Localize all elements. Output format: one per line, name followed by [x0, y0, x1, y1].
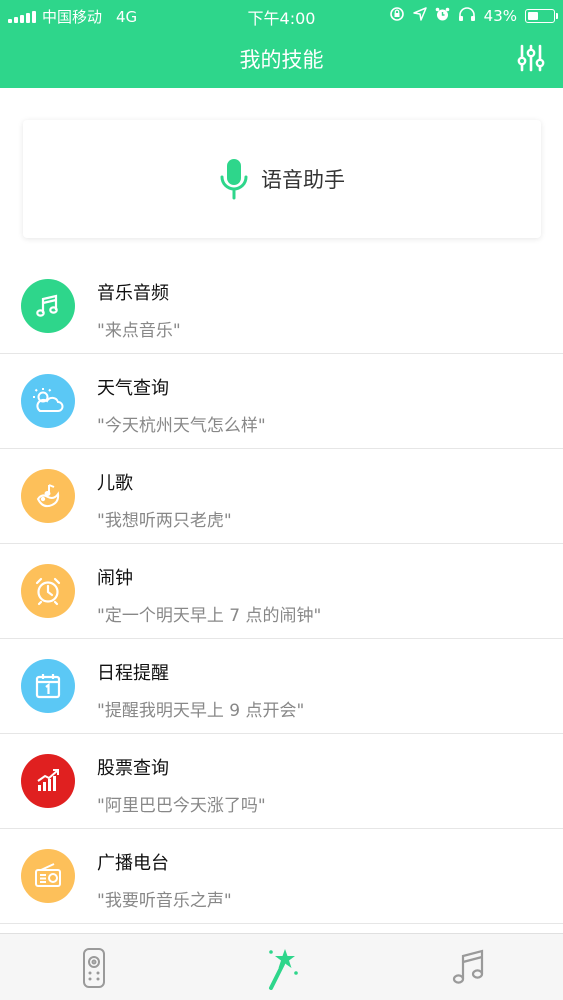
skill-list: 音乐音频 "来点音乐" 天气查询 "今天杭州天气怎么样" 儿歌 "我想听两只老虎…: [0, 259, 563, 924]
tab-bar: [0, 933, 563, 1000]
skill-item-weather[interactable]: 天气查询 "今天杭州天气怎么样": [0, 354, 563, 449]
remote-control-icon: [83, 948, 105, 988]
skill-example: "提醒我明天早上 9 点开会": [97, 701, 305, 721]
radio-icon: [21, 849, 75, 903]
battery-percent: 43%: [483, 7, 517, 25]
tab-remote[interactable]: [70, 944, 118, 992]
rotation-lock-icon: [389, 6, 405, 26]
skill-example: "定一个明天早上 7 点的闹钟": [97, 606, 322, 626]
battery-icon: [525, 9, 558, 23]
tab-skills[interactable]: [257, 944, 305, 992]
skill-item-kids-song[interactable]: 儿歌 "我想听两只老虎": [0, 449, 563, 544]
microphone-icon: [220, 159, 248, 200]
skill-item-music[interactable]: 音乐音频 "来点音乐": [0, 259, 563, 354]
page-title: 我的技能: [239, 48, 324, 72]
music-note-icon: [21, 279, 75, 333]
calendar-icon: [21, 659, 75, 713]
weather-icon: [21, 374, 75, 428]
alarm-status-icon: [435, 7, 450, 26]
skill-example: "来点音乐": [97, 321, 181, 341]
kids-song-icon: [21, 469, 75, 523]
skill-example: "我要听音乐之声": [97, 891, 232, 911]
voice-assistant-content: 语音助手: [23, 120, 541, 238]
status-right: 43%: [389, 6, 558, 26]
voice-assistant-label: 语音助手: [261, 168, 345, 192]
skill-item-alarm[interactable]: 闹钟 "定一个明天早上 7 点的闹钟": [0, 544, 563, 639]
top-bar: 中国移动 4G 下午4:00 43% 我的技能: [0, 0, 563, 88]
tab-music[interactable]: [445, 944, 493, 992]
skill-item-radio[interactable]: 广播电台 "我要听音乐之声": [0, 829, 563, 924]
skill-item-calendar[interactable]: 日程提醒 "提醒我明天早上 9 点开会": [0, 639, 563, 734]
skill-title: 股票查询: [97, 758, 169, 779]
status-bar: 中国移动 4G 下午4:00 43%: [0, 0, 563, 30]
skill-example: "我想听两只老虎": [97, 511, 232, 531]
alarm-clock-icon: [21, 564, 75, 618]
stock-chart-icon: [21, 754, 75, 808]
skill-title: 闹钟: [97, 568, 133, 589]
location-icon: [412, 7, 427, 25]
sliders-icon: [517, 44, 545, 72]
skill-example: "阿里巴巴今天涨了吗": [97, 796, 266, 816]
skill-title: 天气查询: [97, 378, 169, 399]
magic-wand-icon: [269, 949, 298, 990]
music-icon: [452, 949, 484, 984]
skill-example: "今天杭州天气怎么样": [97, 416, 266, 436]
skill-title: 日程提醒: [97, 663, 169, 684]
skill-title: 儿歌: [97, 473, 133, 494]
skill-title: 音乐音频: [97, 283, 169, 304]
skill-item-stock[interactable]: 股票查询 "阿里巴巴今天涨了吗": [0, 734, 563, 829]
headphones-icon: [458, 6, 476, 26]
settings-button[interactable]: [515, 42, 547, 74]
skill-title: 广播电台: [97, 853, 169, 874]
voice-assistant-card[interactable]: 语音助手: [23, 120, 541, 238]
